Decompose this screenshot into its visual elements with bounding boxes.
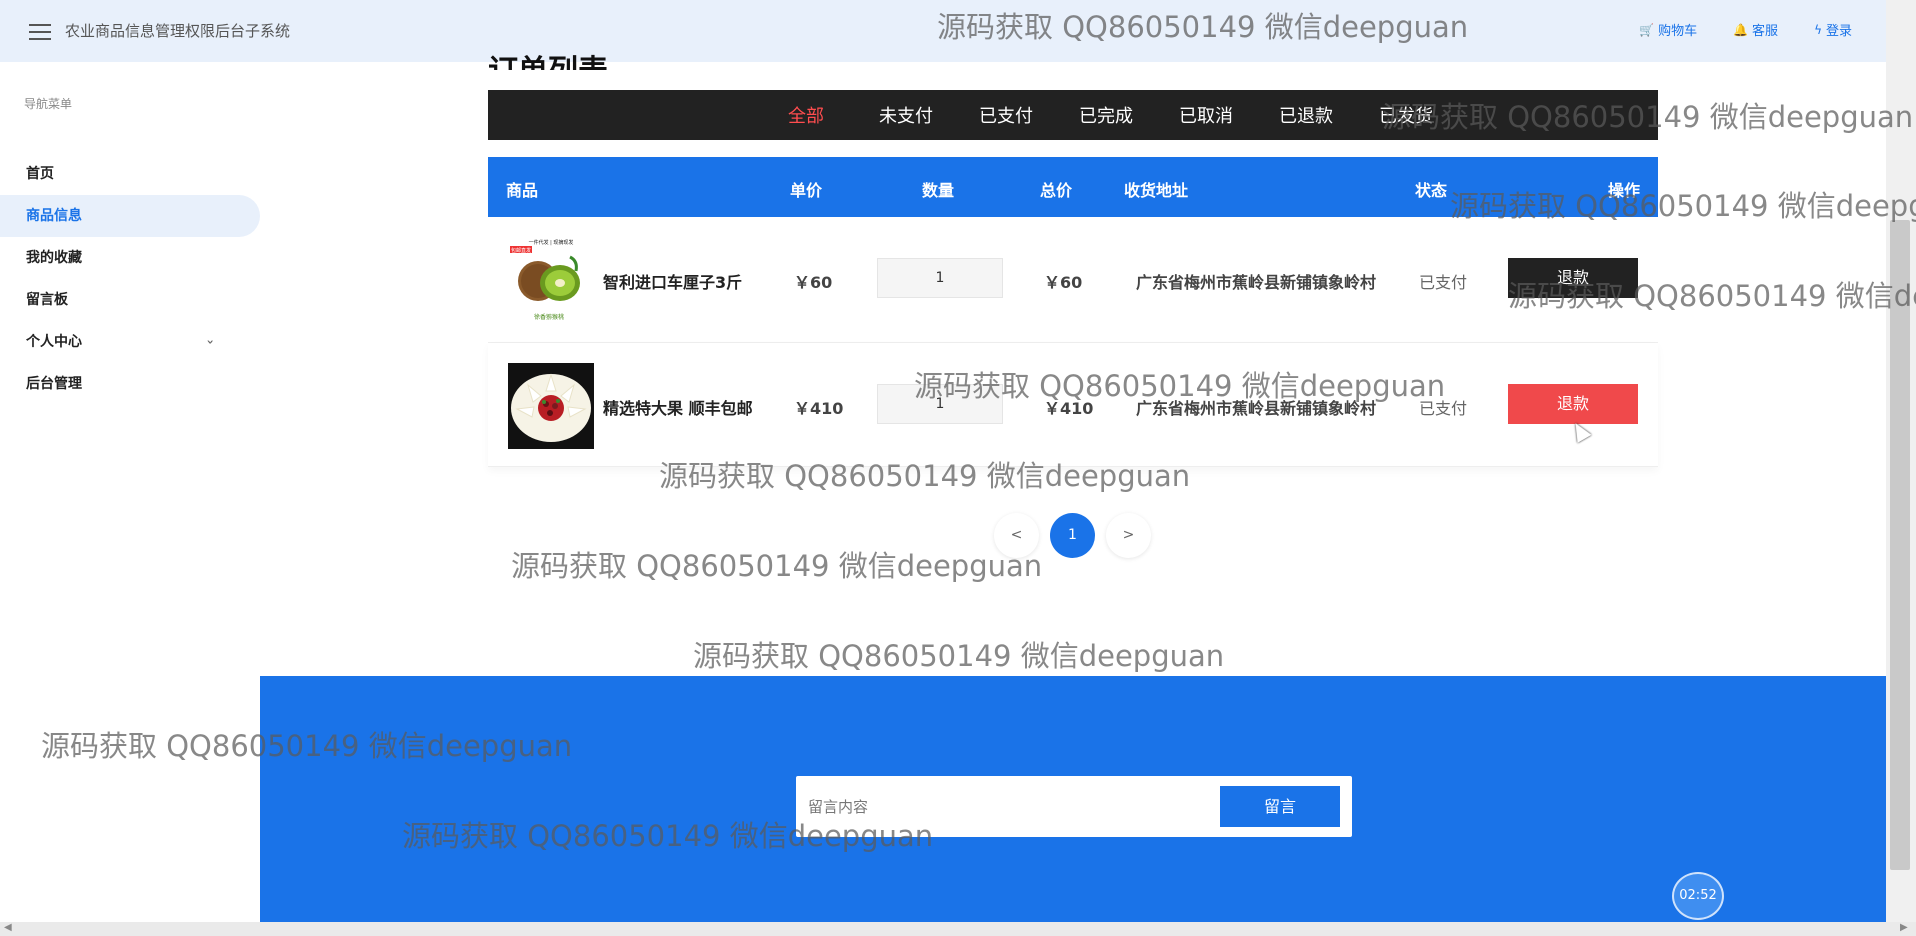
product-name[interactable]: 精选特大果 顺丰包邮 [603,395,753,419]
total-price: ￥60 [1044,273,1083,292]
scroll-left-icon[interactable]: ◀ [4,922,12,933]
login-link-label: 登录 [1825,24,1852,39]
login-link[interactable]: ϟ 登录 [1814,20,1852,40]
scroll-right-icon[interactable]: ▶ [1900,922,1908,933]
col-action: 操作 [1608,181,1641,200]
sidebar-item-personal-center[interactable]: 个人中心 › [0,321,260,363]
scrollbar-thumb[interactable] [1890,220,1910,870]
sidebar-item-label: 后台管理 [26,376,82,392]
cart-icon: 🛒 [1639,22,1655,37]
product-thumbnail: 一件代发 | 现摘现发 包邮直发 徐香猕猴桃 [508,237,594,323]
footer: 留言 [260,676,1886,922]
sidebar-item-products[interactable]: 商品信息 [0,195,260,237]
unit-price: ￥60 [794,273,833,292]
cart-link-label: 购物车 [1658,24,1698,39]
sidebar-item-admin[interactable]: 后台管理 [0,363,260,405]
pagination-next-button[interactable]: > [1106,513,1151,558]
status-badge: 已支付 [1419,273,1468,292]
sidebar-item-message-board[interactable]: 留言板 [0,279,260,321]
watermark: 源码获取 QQ86050149 微信deepguan [693,639,1225,673]
sidebar-item-favorites[interactable]: 我的收藏 [0,237,260,279]
refund-button[interactable]: 退款 [1508,258,1638,298]
refund-button[interactable]: 退款 [1508,384,1638,424]
product-thumbnail [508,363,594,449]
top-links: 🛒 购物车 🔔 客服 ϟ 登录 [1639,20,1852,40]
service-link[interactable]: 🔔 客服 [1733,20,1779,40]
thumb-text-top: 一件代发 | 现摘现发 [529,239,574,246]
status-badge: 已支付 [1419,399,1468,418]
tab-all[interactable]: 全部 [756,102,856,128]
thumb-text-mid: 包邮直发 [511,247,531,254]
total-price: ￥410 [1044,399,1094,418]
unit-price: ￥410 [794,399,844,418]
col-unit-price: 单价 [790,181,823,200]
sidebar-item-label: 个人中心 [26,334,82,350]
message-input[interactable] [808,786,1208,827]
sidebar-item-label: 商品信息 [26,208,82,224]
message-form: 留言 [796,776,1352,837]
product-name[interactable]: 智利进口车厘子3斤 [603,269,742,293]
sidebar-item-label: 留言板 [26,292,68,308]
col-status: 状态 [1415,181,1448,200]
bell-icon: 🔔 [1733,22,1749,37]
col-address: 收货地址 [1124,181,1189,200]
tab-cancelled[interactable]: 已取消 [1156,102,1256,128]
col-total: 总价 [1040,181,1073,200]
table-row: 精选特大果 顺丰包邮 ￥410 1 ￥410 广东省梅州市蕉岭县新铺镇象岭村 已… [488,343,1658,467]
sidebar-item-label: 我的收藏 [26,250,82,266]
quantity-field[interactable]: 1 [877,384,1003,424]
thumb-text-bottom: 徐香猕猴桃 [534,313,564,321]
order-filter-bar: 全部 未支付 已支付 已完成 已取消 已退款 已发货 [488,90,1658,140]
table-row: 一件代发 | 现摘现发 包邮直发 徐香猕猴桃 智利进口车厘子3斤 ￥60 1 ￥… [488,217,1658,343]
quantity-field[interactable]: 1 [877,258,1003,298]
tab-paid[interactable]: 已支付 [956,102,1056,128]
shipping-address: 广东省梅州市蕉岭县新铺镇象岭村 [1136,273,1377,292]
tab-unpaid[interactable]: 未支付 [856,102,956,128]
col-quantity: 数量 [922,181,955,200]
col-product: 商品 [506,181,539,200]
service-link-label: 客服 [1752,24,1779,39]
sidebar-item-label: 首页 [26,166,54,182]
shipping-address: 广东省梅州市蕉岭县新铺镇象岭村 [1136,399,1377,418]
table-header: 商品 单价 数量 总价 收货地址 状态 操作 [488,157,1658,217]
submit-message-button[interactable]: 留言 [1220,786,1340,827]
tab-completed[interactable]: 已完成 [1056,102,1156,128]
horizontal-scrollbar[interactable]: ◀ ▶ [0,922,1916,936]
sidebar-item-home[interactable]: 首页 [0,153,260,195]
bolt-icon: ϟ [1814,22,1822,37]
pagination-prev-button[interactable]: < [994,513,1039,558]
timer-badge: 02:52 [1672,872,1724,920]
top-bar: 农业商品信息管理权限后台子系统 🛒 购物车 🔔 客服 ϟ 登录 [0,0,1916,62]
sidebar: 导航菜单 首页 商品信息 我的收藏 留言板 个人中心 › 后台管理 [0,62,260,936]
tab-shipped[interactable]: 已发货 [1356,102,1456,128]
page-title: 订单列表 [488,42,788,70]
vertical-scrollbar[interactable] [1886,0,1916,922]
menu-toggle-icon[interactable] [29,24,51,40]
tab-refunded[interactable]: 已退款 [1256,102,1356,128]
app-title: 农业商品信息管理权限后台子系统 [65,22,291,40]
pagination-page-current[interactable]: 1 [1050,513,1095,558]
nav-heading: 导航菜单 [24,97,73,111]
cart-link[interactable]: 🛒 购物车 [1639,20,1698,40]
chevron-down-icon: › [203,339,218,345]
watermark: 源码获取 QQ86050149 微信deepguan [511,549,1043,583]
